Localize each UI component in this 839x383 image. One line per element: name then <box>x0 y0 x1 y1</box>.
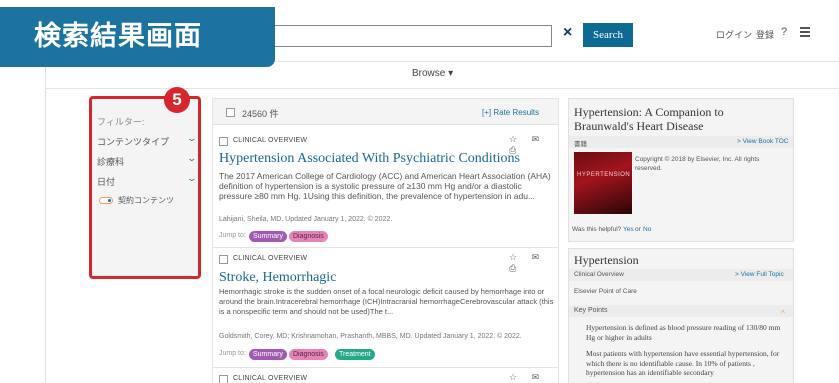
result-divider <box>213 247 558 248</box>
result-type: CLINICAL OVERVIEW <box>233 375 308 382</box>
tag-diagnosis[interactable]: Diagnosis <box>289 349 328 360</box>
search-input[interactable] <box>250 25 552 47</box>
topic-title[interactable]: Hypertension <box>574 253 639 268</box>
collapse-caret-icon[interactable]: ^ <box>781 309 785 318</box>
key-points-label: Key Points <box>574 307 608 314</box>
jump-to-label: Jump to: <box>219 232 246 239</box>
step-number-badge: 5 <box>164 87 190 113</box>
book-title-line2: Braunwald's Heart Disease <box>574 119 704 133</box>
result-type: CLINICAL OVERVIEW <box>233 137 308 144</box>
result-snippet: Hemorrhagic stroke is the sudden onset o… <box>219 287 554 316</box>
result-checkbox[interactable] <box>219 375 228 383</box>
book-cover-text: HYPERTENSION <box>577 172 631 178</box>
search-button[interactable]: Search <box>583 23 633 47</box>
results-list: 24560 件 [+] Rate Results CLINICAL OVERVI… <box>212 98 559 383</box>
tag-treatment[interactable]: Treatment <box>335 349 375 360</box>
helpful-label: Was this helpful? <box>572 226 622 233</box>
result-actions[interactable]: ☆ ✉ ⎙ <box>509 252 558 274</box>
helpful-or: or <box>635 226 641 233</box>
topic-subtitle: Clinical Overview <box>574 271 624 278</box>
screen-title-badge: 検索結果画面 <box>0 7 275 67</box>
book-type-label: 書籍 <box>574 141 587 148</box>
select-all-checkbox[interactable] <box>226 108 235 117</box>
browse-divider <box>45 88 839 89</box>
helpful-no[interactable]: No <box>643 226 651 233</box>
login-link[interactable]: ログイン <box>716 28 752 41</box>
result-meta: Lahijani, Sheila, MD. Updated January 1,… <box>219 216 393 223</box>
result-actions[interactable]: ☆ ✉ ⎙ <box>509 372 558 383</box>
tag-summary[interactable]: Summary <box>249 231 287 242</box>
result-type: CLINICAL OVERVIEW <box>233 255 308 262</box>
key-point-1: Hypertension is defined as blood pressur… <box>586 323 781 342</box>
results-count: 24560 件 <box>242 109 279 119</box>
result-snippet: The 2017 American College of Cardiology … <box>219 171 551 201</box>
register-link[interactable]: 登録 <box>756 28 774 41</box>
book-copyright: Copyright © 2018 by Elsevier, Inc. All r… <box>635 156 760 172</box>
results-count-row: 24560 件 [+] Rate Results <box>213 99 558 125</box>
highlight-frame <box>89 96 201 279</box>
book-cover-image[interactable]: HYPERTENSION <box>574 152 632 214</box>
topic-source: Elsevier Point of Care <box>574 288 637 295</box>
help-icon[interactable]: ? <box>781 26 787 38</box>
rate-results-link[interactable]: [+] Rate Results <box>482 108 539 117</box>
tag-summary[interactable]: Summary <box>249 349 287 360</box>
result-divider <box>213 367 558 368</box>
browse-menu[interactable]: Browse ▾ <box>412 68 453 79</box>
result-checkbox[interactable] <box>219 137 228 146</box>
view-book-toc-link[interactable]: > View Book TOC <box>737 138 789 145</box>
jump-to-label: Jump to: <box>219 350 246 357</box>
key-point-2: Most patients with hypertension have ess… <box>586 349 780 377</box>
helpful-yes[interactable]: Yes <box>623 226 634 233</box>
tag-diagnosis[interactable]: Diagnosis <box>289 231 328 242</box>
view-full-topic-link[interactable]: > View Full Topic <box>735 271 784 278</box>
topic-panel: Hypertension Clinical Overview > View Fu… <box>568 248 794 383</box>
result-title[interactable]: Hypertension Associated With Psychiatric… <box>219 151 520 167</box>
clear-search-icon[interactable]: × <box>563 24 572 42</box>
result-title[interactable]: Stroke, Hemorrhagic <box>219 270 336 286</box>
result-meta: Goldsmith, Corey, MD; Krishnamohan, Pras… <box>219 333 522 340</box>
hamburger-menu-icon[interactable] <box>800 27 810 37</box>
book-title[interactable]: Hypertension: A Companion to Braunwald's… <box>574 105 724 133</box>
book-title-line1: Hypertension: A Companion to <box>574 105 724 119</box>
result-checkbox[interactable] <box>219 255 228 264</box>
